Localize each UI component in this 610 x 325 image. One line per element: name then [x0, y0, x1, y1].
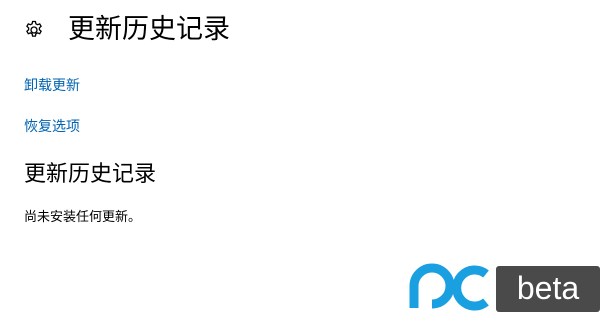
status-text: 尚未安装任何更新。 — [24, 210, 142, 225]
uninstall-updates-link[interactable]: 卸载更新 — [24, 75, 80, 95]
gear-icon — [24, 20, 44, 40]
settings-page: 更新历史记录 卸载更新 恢复选项 更新历史记录 尚未安装任何更新。 beta — [0, 0, 610, 325]
pc-logo-mark — [409, 263, 489, 311]
page-title: 更新历史记录 — [68, 14, 230, 45]
page-header: 更新历史记录 — [24, 10, 230, 50]
beta-text: beta — [517, 270, 579, 306]
recovery-options-link[interactable]: 恢复选项 — [24, 116, 80, 136]
section-title: 更新历史记录 — [24, 162, 157, 187]
pcbeta-logo: beta — [404, 262, 600, 314]
